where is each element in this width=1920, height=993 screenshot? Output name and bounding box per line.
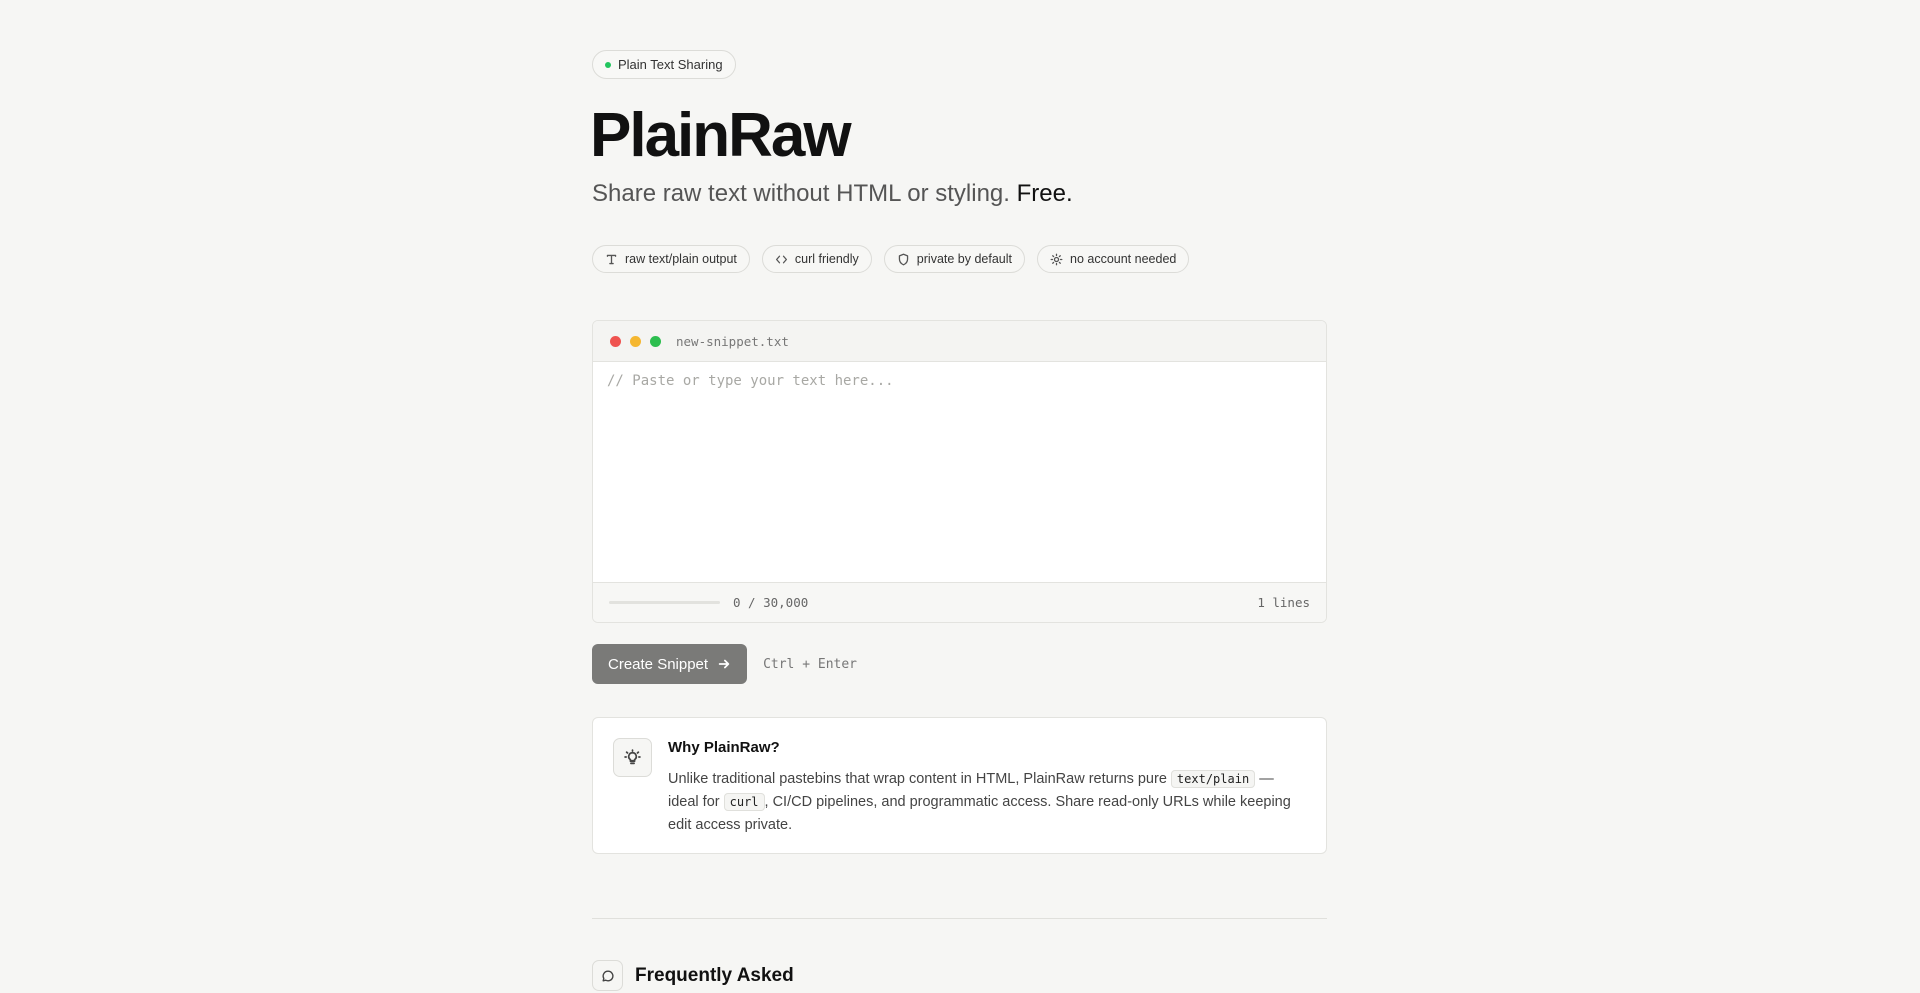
info-description: Unlike traditional pastebins that wrap c… — [668, 768, 1308, 837]
lightbulb-icon — [624, 749, 641, 765]
faq-title: Frequently Asked — [635, 964, 794, 986]
window-close-dot — [610, 335, 621, 347]
feature-label: no account needed — [1070, 252, 1177, 266]
feature-label: curl friendly — [794, 252, 859, 266]
status-dot — [605, 61, 611, 68]
feature-chip-raw-text: raw text/plain output — [592, 245, 750, 273]
subtitle-main: Share raw text without HTML or styling. — [592, 180, 1010, 207]
keyboard-shortcut-hint: Ctrl + Enter — [763, 656, 857, 672]
create-snippet-button[interactable]: Create Snippet — [592, 644, 748, 684]
shield-icon — [898, 253, 909, 265]
faq-icon-box — [592, 960, 623, 991]
feature-chip-curl: curl friendly — [761, 245, 872, 273]
char-count: 0 / 30,000 — [733, 595, 809, 610]
snippet-filename: new-snippet.txt — [676, 333, 789, 349]
badge-label: Plain Text Sharing — [618, 57, 723, 72]
section-badge: Plain Text Sharing — [592, 50, 736, 79]
snippet-textarea[interactable] — [607, 373, 1312, 571]
info-content: Why PlainRaw? Unlike traditional pastebi… — [668, 738, 1308, 833]
editor-titlebar: new-snippet.txt — [593, 321, 1326, 362]
char-limit-progress — [609, 601, 720, 604]
window-maximize-dot — [650, 335, 661, 347]
subtitle-emphasis: Free. — [1016, 180, 1073, 207]
inline-code-curl: curl — [723, 793, 765, 811]
info-text-part1: Unlike traditional pastebins that wrap c… — [668, 771, 1167, 787]
line-count: 1 lines — [1257, 595, 1310, 610]
section-divider — [592, 918, 1327, 919]
info-icon-box — [613, 738, 652, 777]
feature-label: raw text/plain output — [625, 252, 737, 266]
feature-chip-private: private by default — [883, 245, 1025, 273]
message-circle-icon — [601, 969, 614, 982]
faq-header: Frequently Asked — [592, 960, 794, 991]
feature-list: raw text/plain output curl friendly priv… — [592, 245, 1190, 273]
code-icon — [775, 255, 787, 263]
editor-footer: 0 / 30,000 1 lines — [593, 582, 1326, 622]
arrow-right-icon — [718, 659, 730, 669]
info-title: Why PlainRaw? — [668, 739, 780, 756]
why-plainraw-card: Why PlainRaw? Unlike traditional pastebi… — [592, 717, 1327, 854]
type-icon — [606, 254, 617, 264]
editor-body — [593, 362, 1326, 582]
sun-icon — [1050, 253, 1063, 265]
page-subtitle: Share raw text without HTML or styling. … — [592, 180, 1073, 208]
editor-actions: Create Snippet Ctrl + Enter — [592, 644, 857, 684]
snippet-editor: new-snippet.txt 0 / 30,000 1 lines — [592, 320, 1327, 623]
page-title: PlainRaw — [590, 101, 852, 170]
inline-code-text-plain: text/plain — [1170, 770, 1256, 788]
create-snippet-label: Create Snippet — [608, 655, 709, 673]
window-minimize-dot — [630, 335, 641, 347]
feature-chip-no-account: no account needed — [1037, 245, 1190, 273]
feature-label: private by default — [916, 252, 1012, 266]
